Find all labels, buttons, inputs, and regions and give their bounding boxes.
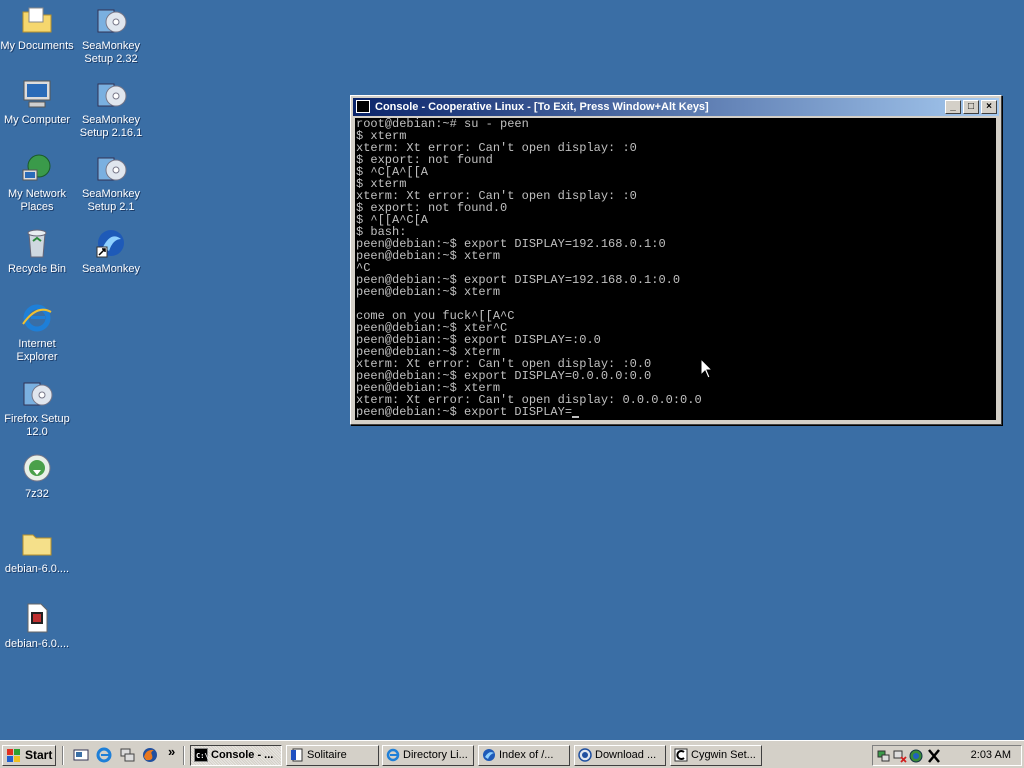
system-clock[interactable]: 2:03 AM [971,749,1011,761]
taskbar-button-download[interactable]: Download ... [574,745,666,766]
tray-globe-icon[interactable] [909,749,923,763]
console-app-icon [356,100,370,113]
desktop-icon-internet-explorer[interactable]: Internet Explorer [0,302,74,364]
terminal-line: root@debian:~# su - peen [356,118,529,131]
desktop-icon-label: My Computer [3,114,71,126]
taskbar-button-label: Download ... [595,749,657,761]
desktop-icon-my-network-places[interactable]: My Network Places [0,152,74,214]
desktop-icon-label: Firefox Setup 12.0 [4,413,70,438]
terminal-line: peen@debian:~$ xterm [356,249,501,263]
quicklaunch-more-chevron[interactable]: » [168,744,184,760]
console-title: Console - Cooperative Linux - [To Exit, … [375,101,709,113]
installer-cd-icon [21,377,53,409]
svg-text:C:\: C:\ [196,752,208,760]
terminal-line: peen@debian:~$ export DISPLAY= [355,406,996,418]
desktop-icon-seamonkey-setup-2-32[interactable]: SeaMonkey Setup 2.32 [74,4,148,66]
terminal-output[interactable]: root@debian:~# su - peen $ xterm xterm: Xt… [355,118,996,420]
seamonkey-icon [95,227,127,259]
show-desktop-icon[interactable] [73,747,89,763]
internet-explorer-icon [21,302,53,334]
desktop-icon-recycle-bin[interactable]: Recycle Bin [0,227,74,276]
taskbar-button-label: Console - ... [211,749,274,761]
taskbar-button-console[interactable]: C:\ Console - ... [190,745,282,766]
desktop-icon-label: SeaMonkey Setup 2.32 [81,40,141,65]
terminal-cursor [572,416,580,418]
download-icon [578,748,592,762]
tray-network-icon[interactable] [877,749,891,763]
taskbar: Start » C:\ Console - ... Solitaire Dire… [0,740,1024,768]
terminal-line: $ export: not found.0 [356,201,508,215]
desktop-icon-firefox-setup[interactable]: Firefox Setup 12.0 [0,377,74,439]
installer-cd-icon [95,4,127,36]
desktop-icon-label: Internet Explorer [16,338,58,363]
computer-icon [21,78,53,110]
windows-flag-icon [7,749,20,762]
console-window[interactable]: Console - Cooperative Linux - [To Exit, … [350,95,1002,425]
folder-documents-icon [21,4,53,36]
installer-cd-icon [95,152,127,184]
solitaire-icon [291,748,303,762]
start-label: Start [25,748,53,762]
folder-icon [21,527,53,559]
taskbar-button-directory-listing[interactable]: Directory Li... [382,745,474,766]
taskbar-button-cygwin-setup[interactable]: Cygwin Set... [670,745,762,766]
console-titlebar[interactable]: Console - Cooperative Linux - [To Exit, … [353,98,999,116]
desktop-icon-label: SeaMonkey [81,263,141,275]
desktop-icon-seamonkey-setup-2-1[interactable]: SeaMonkey Setup 2.1 [74,152,148,214]
terminal-line: peen@debian:~$ xterm [356,285,501,299]
desktop-icon-label: 7z32 [25,488,49,500]
desktop-icon-seamonkey[interactable]: SeaMonkey [74,227,148,276]
cygwin-icon [674,748,688,762]
console-icon: C:\ [194,748,208,762]
desktop-icon-my-computer[interactable]: My Computer [0,78,74,127]
taskbar-button-label: Cygwin Set... [691,749,756,761]
firefox-icon[interactable] [142,747,158,763]
recycle-bin-icon [21,227,53,259]
desktop-icon-label: debian-6.0.... [4,563,70,575]
taskbar-button-index-of[interactable]: Index of /... [478,745,570,766]
desktop-icon-label: My Network Places [7,188,67,213]
maximize-button[interactable]: □ [963,100,979,114]
internet-explorer-icon[interactable] [96,747,112,763]
start-button[interactable]: Start [2,745,56,766]
mouse-pointer-icon [700,358,714,379]
taskbar-separator [183,746,185,765]
desktop-icon-7z32[interactable]: 7z32 [0,452,74,501]
desktop-icon-my-documents[interactable]: My Documents [0,4,74,53]
system-tray: 2:03 AM [872,745,1022,766]
taskbar-button-label: Solitaire [307,749,347,761]
taskbar-separator [62,746,64,765]
installer-cd-icon [95,78,127,110]
desktop-icon-debian-folder[interactable]: debian-6.0.... [0,527,74,576]
network-icon[interactable] [119,747,135,763]
minimize-button[interactable]: _ [945,100,961,114]
desktop-icon-label: SeaMonkey Setup 2.16.1 [79,114,143,139]
terminal-line: $ ^C[A^[[A [356,165,429,179]
taskbar-button-solitaire[interactable]: Solitaire [286,745,379,766]
file-icon [21,602,53,634]
desktop-icon-label: debian-6.0.... [4,638,70,650]
taskbar-button-label: Index of /... [499,749,554,761]
desktop-icon-seamonkey-setup-2-16-1[interactable]: SeaMonkey Setup 2.16.1 [74,78,148,140]
desktop-icon-label: SeaMonkey Setup 2.1 [81,188,141,213]
desktop-icon-debian-file[interactable]: debian-6.0.... [0,602,74,651]
installer-globe-icon [21,452,53,484]
tray-network-disconnected-icon[interactable] [893,749,907,763]
tray-x-server-icon[interactable] [927,749,941,763]
desktop-icon-label: My Documents [0,40,74,52]
taskbar-button-label: Directory Li... [403,749,468,761]
desktop-icon-label: Recycle Bin [7,263,67,275]
terminal-line: $ ^[[A^C[A [356,213,429,227]
internet-explorer-icon [386,748,400,762]
network-globe-icon [21,152,53,184]
terminal-line: $ export: not found [356,153,493,167]
seamonkey-icon [483,749,495,761]
close-button[interactable]: × [981,100,997,114]
